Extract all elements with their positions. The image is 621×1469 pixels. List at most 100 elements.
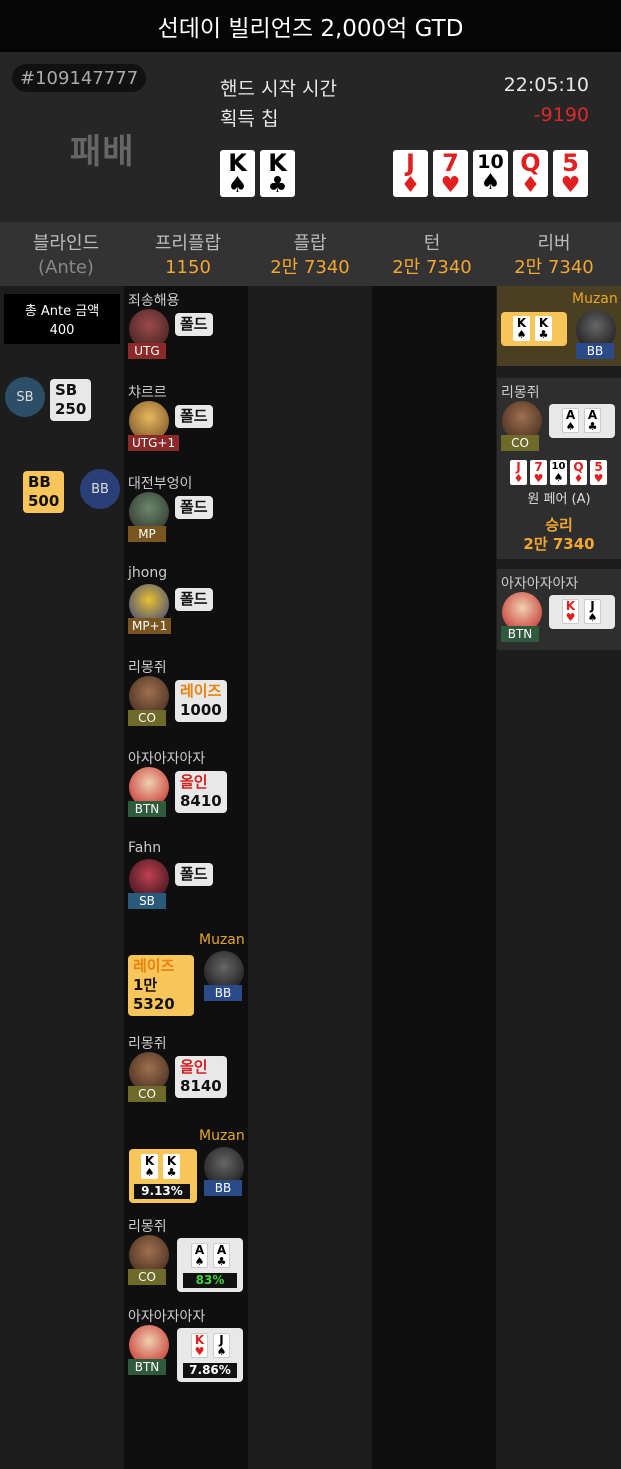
- position-badge: BB: [576, 343, 614, 359]
- col-river: 리버 2만 7340: [514, 233, 594, 278]
- player-name: 리몽쥐: [128, 1036, 167, 1052]
- lane-turn: [372, 286, 496, 1469]
- start-time-label: 핸드 시작 시간: [220, 78, 337, 100]
- col-blinds: 블라인드 (Ante): [32, 233, 100, 278]
- equity-percent: 7.86%: [183, 1363, 237, 1378]
- player-name: jhong: [128, 565, 168, 581]
- showdown-card: K ♥: [191, 1333, 208, 1358]
- action-bubble: 올인 8140: [175, 1056, 227, 1098]
- lane-blinds: [0, 286, 124, 1469]
- position-badge: BB: [204, 1180, 242, 1196]
- position-badge: CO: [501, 435, 539, 451]
- hand-summary-header: #109147777 패배 핸드 시작 시간 22:05:10 획득 칩 -91…: [0, 52, 621, 222]
- equity-bubble: K ♠ K ♣ 9.13%: [129, 1149, 197, 1203]
- position-badge: UTG: [128, 343, 166, 359]
- equity-percent: 9.13%: [134, 1184, 190, 1199]
- position-badge: CO: [128, 1269, 166, 1285]
- showdown-card: J ♠: [213, 1333, 230, 1358]
- equity-bubble: K ♥ J ♠ 7.86%: [177, 1328, 243, 1382]
- action-bubble: 레이즈 1000: [175, 680, 227, 722]
- action-bubble: 폴드: [175, 588, 213, 611]
- player-name: 리몽쥐: [501, 385, 540, 401]
- equity-percent: 83%: [183, 1273, 237, 1288]
- position-badge: BTN: [501, 626, 539, 642]
- player-name: 아자아자아자: [128, 1309, 206, 1325]
- showdown-card: A ♠: [191, 1243, 208, 1268]
- river-card: K ♠: [513, 316, 530, 341]
- winning-hand-name: 원 페어 (A): [527, 492, 591, 507]
- hole-card-2: K ♣: [260, 150, 295, 197]
- position-badge: BTN: [128, 801, 166, 817]
- position-badge: CO: [128, 710, 166, 726]
- action-bubble: 폴드: [175, 496, 213, 519]
- street-header-row: 블라인드 (Ante) 프리플랍 1150 플랍 2만 7340 턴 2만 7340 리…: [0, 222, 621, 286]
- action-bubble: 레이즈 1만 5320: [128, 955, 194, 1016]
- player-name: Muzan: [199, 1128, 245, 1144]
- river-card: K ♣: [535, 316, 552, 341]
- board-card-1: J ♦: [393, 150, 428, 197]
- river-winner-panel: 리몽쥐 CO A ♠ A ♣ J ♦ 7 ♥ 10 ♠ Q ♦ 5 ♥ 원 페어 (A) 승리…: [497, 378, 621, 559]
- player-name: 아자아자아자: [128, 751, 206, 767]
- player-name: Muzan: [572, 291, 618, 307]
- win-amount: 2만 7340: [523, 535, 595, 553]
- showdown-card: K ♠: [141, 1154, 158, 1179]
- sb-chip: SB: [5, 377, 45, 417]
- action-bubble: 올인 8410: [175, 771, 227, 813]
- hole-card-1: K ♠: [220, 150, 255, 197]
- showdown-card: A ♣: [213, 1243, 230, 1268]
- board-mini-card: J ♦: [510, 460, 527, 485]
- player-name: 대전부엉이: [128, 476, 193, 492]
- position-badge: CO: [128, 1086, 166, 1102]
- chips-label: 획득 칩: [220, 108, 279, 130]
- position-badge: BTN: [128, 1359, 166, 1375]
- board-mini-card: 7 ♥: [530, 460, 547, 485]
- action-bubble: 폴드: [175, 313, 213, 336]
- position-badge: BB: [204, 985, 242, 1001]
- position-badge: MP: [128, 526, 166, 542]
- hand-id-badge: #109147777: [12, 64, 147, 92]
- app-title: 선데이 빌리언즈 2,000억 GTD: [0, 0, 621, 52]
- river-muzan-panel: Muzan BB K ♠ K ♣: [497, 286, 621, 366]
- player-name: 리몽쥐: [128, 660, 167, 676]
- start-time-value: 22:05:10: [503, 74, 589, 96]
- position-badge: SB: [128, 893, 166, 909]
- lane-flop: [248, 286, 372, 1469]
- chips-value: -9190: [533, 104, 589, 126]
- action-bubble: 폴드: [175, 863, 213, 886]
- player-name: Muzan: [199, 932, 245, 948]
- equity-bubble: A ♠ A ♣ 83%: [177, 1238, 243, 1292]
- position-badge: MP+1: [128, 618, 172, 634]
- action-bubble: 폴드: [175, 405, 213, 428]
- sb-bubble: SB 250: [50, 379, 92, 421]
- board-mini-card: 10 ♠: [550, 460, 567, 485]
- player-name: 챠르르: [128, 385, 167, 401]
- board-mini-card: 5 ♥: [590, 460, 607, 485]
- river-card: A ♣: [584, 408, 601, 433]
- player-name: 죄송해용: [128, 293, 180, 309]
- col-preflop: 프리플랍 1150: [154, 233, 222, 278]
- board-card-2: 7 ♥: [433, 150, 468, 197]
- bb-bubble: BB 500: [23, 471, 65, 513]
- win-label: 승리: [545, 516, 573, 534]
- bb-chip: BB: [80, 469, 120, 509]
- river-card: J ♠: [584, 599, 601, 624]
- board-card-3: 10 ♠: [473, 150, 508, 197]
- river-card: K ♥: [562, 599, 579, 624]
- player-name: 리몽쥐: [128, 1219, 167, 1235]
- col-turn: 턴 2만 7340: [392, 233, 472, 278]
- ante-total-box: 총 Ante 금액 400: [4, 294, 120, 344]
- board-card-5: 5 ♥: [553, 150, 588, 197]
- player-name: 아자아자아자: [501, 576, 579, 592]
- position-badge: UTG+1: [128, 435, 180, 451]
- col-flop: 플랍 2만 7340: [270, 233, 350, 278]
- player-name: Fahn: [128, 840, 162, 856]
- hand-bubble: K ♥ J ♠: [549, 595, 615, 629]
- board-mini-card: Q ♦: [570, 460, 587, 485]
- hand-bubble: A ♠ A ♣: [549, 404, 615, 438]
- showdown-card: K ♣: [163, 1154, 180, 1179]
- board-card-4: Q ♦: [513, 150, 548, 197]
- river-card: A ♠: [562, 408, 579, 433]
- hand-bubble: K ♠ K ♣: [501, 312, 567, 346]
- river-btn-panel: 아자아자아자 BTN K ♥ J ♠: [497, 569, 621, 650]
- result-label: 패배: [70, 132, 135, 172]
